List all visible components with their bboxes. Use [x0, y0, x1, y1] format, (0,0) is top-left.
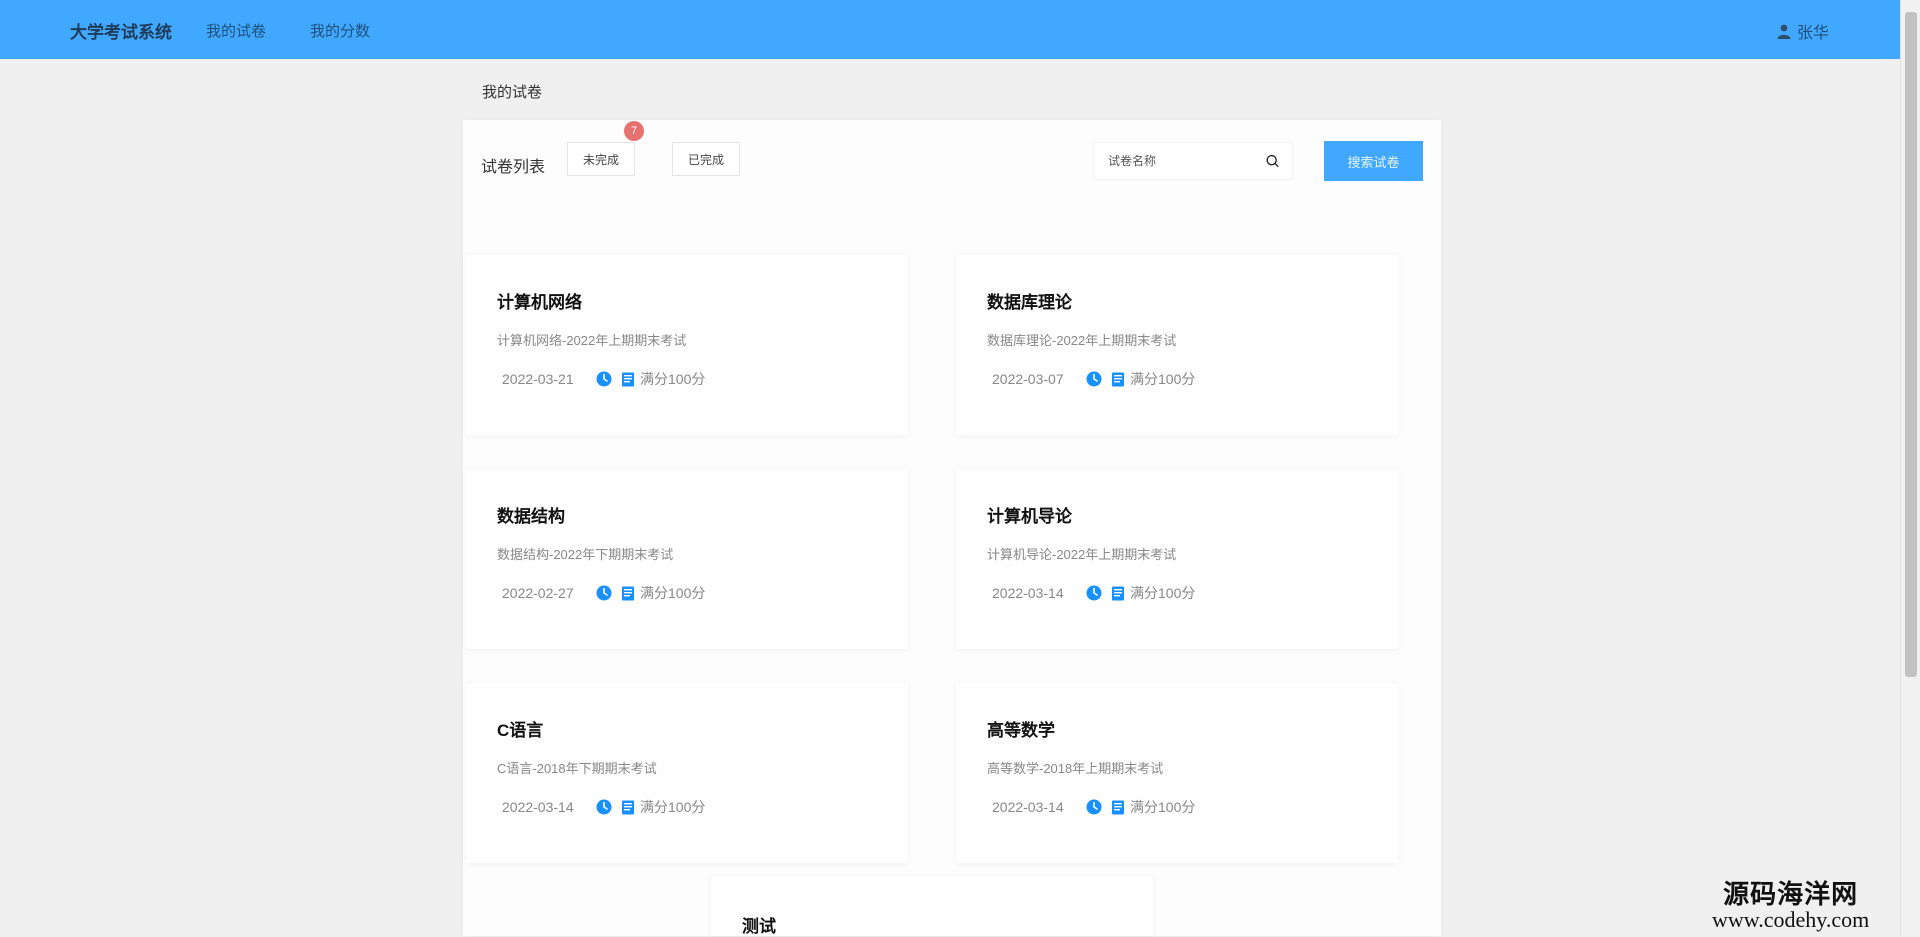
paper-score: 满分100分 [640, 585, 706, 601]
list-label: 试卷列表 [481, 159, 546, 176]
paper-card[interactable]: 高等数学 高等数学-2018年上期期末考试 2022-03-14 满分100分 [956, 683, 1398, 863]
paper-date: 2022-03-14 [502, 799, 574, 815]
paper-card[interactable]: 计算机导论 计算机导论-2022年上期期末考试 2022-03-14 满分100… [956, 469, 1398, 649]
document-icon [622, 586, 634, 600]
paper-description: C语言-2018年下期期末考试 [497, 761, 657, 776]
paper-date: 2022-03-21 [502, 371, 574, 387]
clock-icon [1086, 585, 1102, 601]
paper-score: 满分100分 [1130, 371, 1196, 387]
nav-my-papers[interactable]: 我的试卷 [206, 20, 266, 41]
undone-count-badge: 7 [624, 121, 644, 141]
clock-icon [596, 371, 612, 387]
paper-meta: 2022-03-21 满分100分 [502, 369, 705, 389]
paper-title: 高等数学 [987, 721, 1055, 740]
document-icon [1112, 800, 1124, 814]
paper-title: 数据库理论 [987, 293, 1072, 312]
paper-score: 满分100分 [1130, 585, 1196, 601]
nav-my-scores[interactable]: 我的分数 [310, 20, 370, 41]
filter-undone-label: 未完成 [582, 152, 619, 167]
paper-meta: 2022-03-14 满分100分 [502, 797, 705, 817]
paper-title: 数据结构 [497, 507, 565, 526]
page-scrollbar[interactable] [1900, 0, 1920, 936]
paper-title: C语言 [497, 721, 544, 740]
paper-score: 满分100分 [640, 799, 706, 815]
filter-done-label: 已完成 [687, 152, 724, 167]
document-icon [622, 800, 634, 814]
paper-date: 2022-02-27 [502, 585, 574, 601]
paper-description: 高等数学-2018年上期期末考试 [987, 761, 1164, 776]
breadcrumb: 我的试卷 [482, 84, 543, 101]
scrollbar-thumb[interactable] [1905, 12, 1917, 677]
paper-score: 满分100分 [640, 371, 706, 387]
user-name: 张华 [1797, 25, 1830, 42]
top-navigation-bar: 大学考试系统 我的试卷 我的分数 张华 [0, 0, 1900, 59]
user-icon [1777, 24, 1791, 39]
watermark-url: www.codehy.com [1712, 907, 1870, 932]
clock-icon [596, 585, 612, 601]
paper-date: 2022-03-14 [992, 799, 1064, 815]
user-menu[interactable]: 张华 [1777, 19, 1829, 43]
paper-description: 计算机网络-2022年上期期末考试 [497, 333, 687, 348]
paper-meta: 2022-02-27 满分100分 [502, 583, 705, 603]
paper-description: 计算机导论-2022年上期期末考试 [987, 547, 1177, 562]
app-brand[interactable]: 大学考试系统 [70, 18, 172, 43]
paper-description: 数据结构-2022年下期期末考试 [497, 547, 674, 562]
paper-title: 测试 [742, 917, 776, 936]
search-papers-button[interactable]: 搜索试卷 [1324, 141, 1423, 181]
paper-card[interactable]: 数据结构 数据结构-2022年下期期末考试 2022-02-27 满分100分 [466, 469, 908, 649]
paper-date: 2022-03-07 [992, 371, 1064, 387]
paper-card[interactable]: 数据库理论 数据库理论-2022年上期期末考试 2022-03-07 满分100… [956, 255, 1398, 435]
paper-meta: 2022-03-07 满分100分 [992, 369, 1195, 389]
clock-icon [1086, 799, 1102, 815]
paper-card[interactable]: 计算机网络 计算机网络-2022年上期期末考试 2022-03-21 满分100… [466, 255, 908, 435]
paper-date: 2022-03-14 [992, 585, 1064, 601]
site-watermark: 源码海洋网 www.codehy.com [1712, 880, 1869, 932]
search-box [1093, 142, 1293, 180]
paper-score: 满分100分 [1130, 799, 1196, 815]
paper-title: 计算机导论 [987, 507, 1072, 526]
paper-description: 数据库理论-2022年上期期末考试 [987, 333, 1177, 348]
paper-meta: 2022-03-14 满分100分 [992, 583, 1195, 603]
document-icon [1112, 372, 1124, 386]
filter-done-button[interactable]: 已完成 [672, 142, 740, 176]
search-icon[interactable] [1265, 152, 1280, 170]
paper-card[interactable]: 测试 [711, 876, 1153, 936]
search-input[interactable] [1106, 153, 1265, 169]
paper-meta: 2022-03-14 满分100分 [992, 797, 1195, 817]
paper-list-panel: 试卷列表 未完成 7 已完成 搜索试卷 计算机网络 计算机网络-2022年上期期… [463, 120, 1441, 936]
document-icon [622, 372, 634, 386]
paper-card[interactable]: C语言 C语言-2018年下期期末考试 2022-03-14 满分100分 [466, 683, 908, 863]
filter-undone-button[interactable]: 未完成 [567, 142, 635, 176]
clock-icon [1086, 371, 1102, 387]
document-icon [1112, 586, 1124, 600]
paper-title: 计算机网络 [497, 293, 582, 312]
watermark-cn: 源码海洋网 [1723, 879, 1859, 909]
clock-icon [596, 799, 612, 815]
